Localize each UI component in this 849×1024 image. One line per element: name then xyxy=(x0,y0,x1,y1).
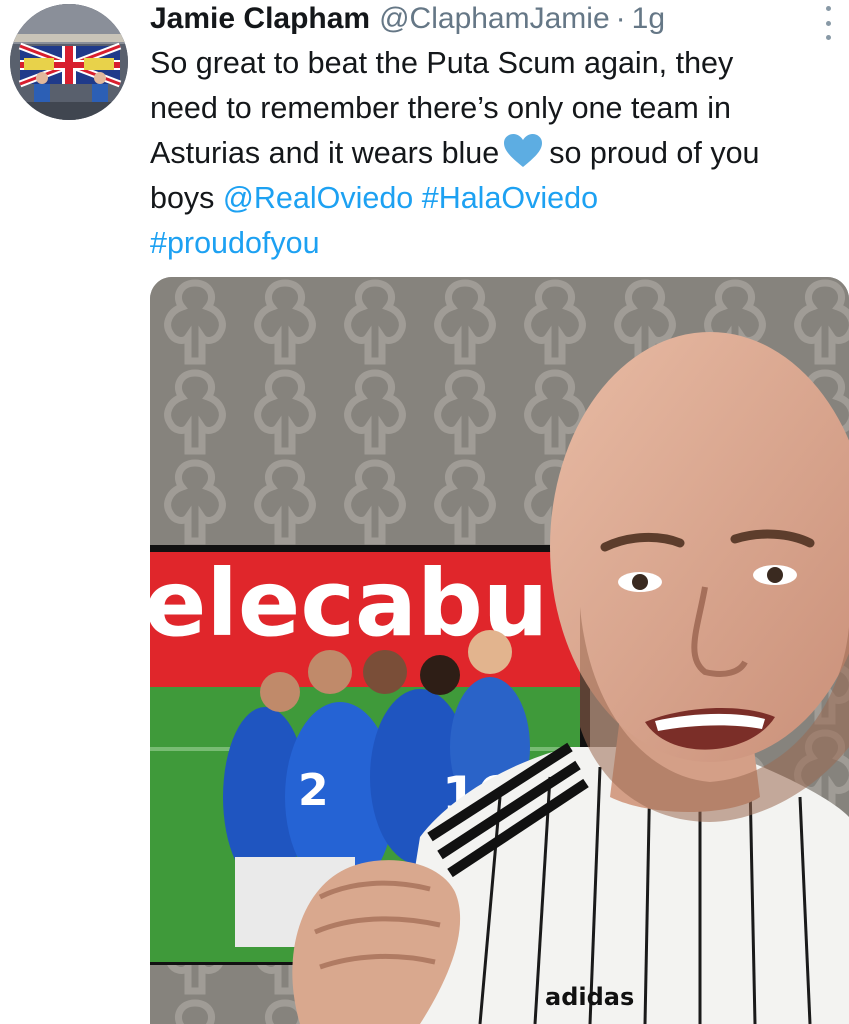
tweet-text-segment: so proud of you xyxy=(549,136,760,170)
tweet-text-segment: boys xyxy=(150,181,215,215)
jersey-brand: adidas xyxy=(545,983,634,1011)
hashtag-link[interactable]: #HalaOviedo xyxy=(422,181,598,215)
blue-heart-icon xyxy=(504,134,543,167)
display-name[interactable]: Jamie Clapham xyxy=(150,0,370,38)
hashtag-link[interactable]: #proudofyou xyxy=(150,226,320,260)
mention-link[interactable]: @RealOviedo xyxy=(223,181,413,215)
tweet-photo[interactable]: elecabu 2 16 xyxy=(150,277,849,1024)
more-vertical-icon[interactable] xyxy=(818,6,838,40)
tweet-text-line-3: Asturias and it wears blue so proud of yo… xyxy=(150,131,849,176)
jersey-number: 2 xyxy=(298,765,329,816)
tweet-text: So great to beat the Puta Scum again, th… xyxy=(150,41,849,266)
separator-dot: · xyxy=(615,2,626,35)
user-handle[interactable]: @ClaphamJamie xyxy=(379,0,610,38)
tweet-text-line-2: need to remember there’s only one team i… xyxy=(150,91,731,125)
tweet-text-line-1: So great to beat the Puta Scum again, th… xyxy=(150,46,734,80)
tweet-text-segment: Asturias and it wears blue xyxy=(150,136,500,170)
tweet-header: Jamie Clapham @ClaphamJamie · 1g xyxy=(150,0,665,40)
tweet[interactable]: Jamie Clapham @ClaphamJamie · 1g So grea… xyxy=(0,0,849,1024)
tweet-text-line-4: boys @RealOviedo #HalaOviedo xyxy=(150,176,849,221)
avatar[interactable] xyxy=(10,4,128,120)
timestamp[interactable]: 1g xyxy=(632,0,665,38)
tweet-text-line-5: #proudofyou xyxy=(150,221,849,266)
